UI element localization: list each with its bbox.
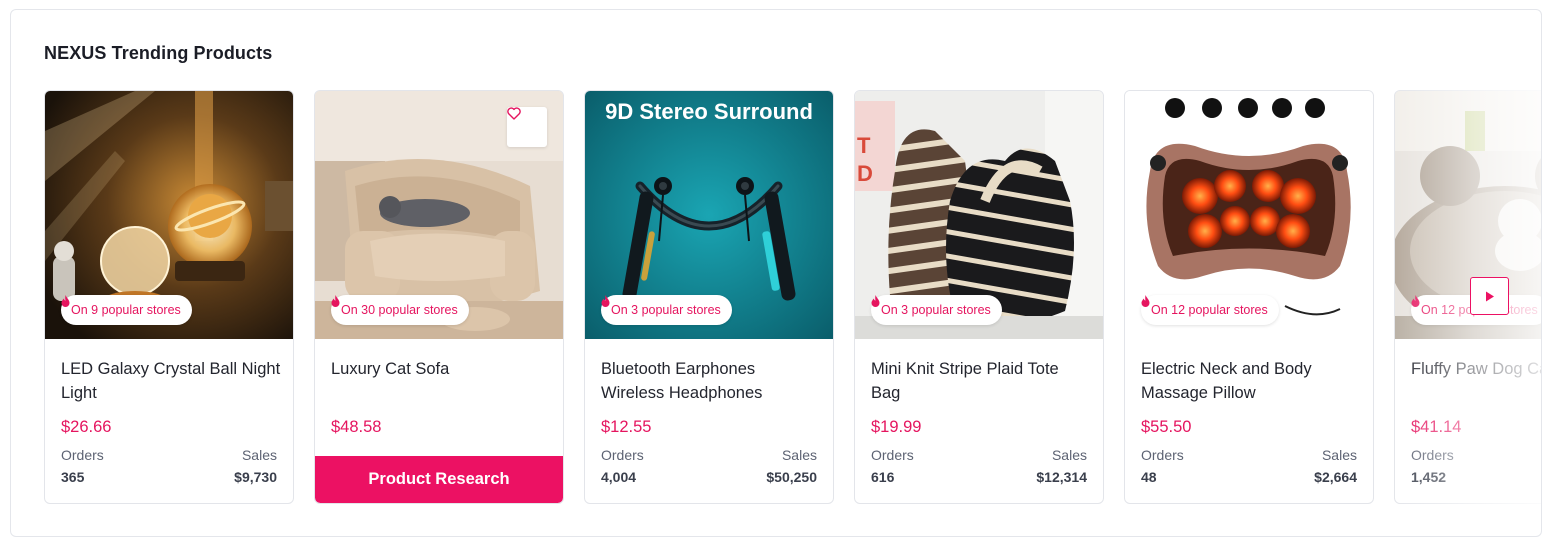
product-card[interactable]: On 12 popular stores Fluffy Paw Dog Cat … [1394,90,1541,504]
favorite-button[interactable] [507,107,547,147]
product-name[interactable]: Electric Neck and Body Massage Pillow [1141,357,1361,405]
product-card[interactable]: On 12 popular stores Electric Neck and B… [1124,90,1374,504]
popular-stores-badge: On 3 popular stores [601,295,732,325]
popular-stores-text: On 30 popular stores [341,303,458,317]
sales-value: $12,314 [1036,469,1087,485]
popular-stores-badge: On 30 popular stores [331,295,469,325]
product-image: 9D Stereo Surround On 3 popular stores [585,91,833,339]
sales-label: Sales [1051,447,1087,463]
heart-icon [507,107,521,120]
fire-icon [331,295,340,307]
product-name[interactable]: LED Galaxy Crystal Ball Night Light [61,357,281,405]
sales-label: Sales [1321,447,1357,463]
orders-value: 616 [871,469,895,485]
play-arrow-icon [1485,291,1494,301]
popular-stores-text: On 12 popular stores [1151,303,1268,317]
orders-value: 365 [61,469,85,485]
product-price: $26.66 [61,418,112,436]
sales-value: $9,730 [234,469,277,485]
trending-products-panel: NEXUS Trending Products On 9 popular sto… [10,9,1542,537]
product-price: $48.58 [331,418,382,436]
product-image: On 30 popular stores [315,91,563,339]
carousel-next-button[interactable] [1470,277,1509,315]
popular-stores-text: On 3 popular stores [611,303,721,317]
fire-icon [61,295,70,307]
sales-value: $50,250 [766,469,817,485]
svg-text:T: T [857,133,871,158]
product-price: $12.55 [601,418,652,436]
product-card[interactable]: 9D Stereo Surround On 3 popular stores B… [584,90,834,504]
fire-icon [1411,295,1420,307]
fire-icon [871,295,880,307]
product-carousel: On 9 popular stores LED Galaxy Crystal B… [44,90,1541,504]
popular-stores-badge: On 3 popular stores [871,295,1002,325]
product-name[interactable]: Luxury Cat Sofa [331,357,551,381]
popular-stores-text: On 9 popular stores [71,303,181,317]
orders-label: Orders [1141,447,1184,463]
fire-icon [1141,295,1150,307]
popular-stores-badge: On 12 popular stores [1141,295,1279,325]
product-price: $55.50 [1141,418,1192,436]
product-image: On 9 popular stores [45,91,293,339]
product-image: On 12 popular stores [1395,91,1541,339]
orders-value: 48 [1141,469,1157,485]
orders-value: 4,004 [601,469,637,485]
popular-stores-badge: On 9 popular stores [61,295,192,325]
product-card[interactable]: On 9 popular stores LED Galaxy Crystal B… [44,90,294,504]
orders-label: Orders [871,447,914,463]
product-name[interactable]: Fluffy Paw Dog Cat Bed [1411,357,1541,381]
section-title: NEXUS Trending Products [44,43,273,63]
product-card[interactable]: On 30 popular stores Luxury Cat Sofa $48… [314,90,564,504]
product-name[interactable]: Mini Knit Stripe Plaid Tote Bag [871,357,1091,405]
sales-label: Sales [241,447,277,463]
orders-label: Orders [1411,447,1454,463]
sales-value: $2,664 [1314,469,1357,485]
product-price: $19.99 [871,418,922,436]
fire-icon [601,295,610,307]
sales-label: Sales [781,447,817,463]
product-price: $41.14 [1411,418,1462,436]
orders-value: 1,452 [1411,469,1447,485]
popular-stores-text: On 3 popular stores [881,303,991,317]
product-image: T D On 3 popular stores [855,91,1103,339]
product-card[interactable]: T D On 3 popular stores Mini Knit Stripe… [854,90,1104,504]
product-image: On 12 popular stores [1125,91,1373,339]
svg-text:D: D [857,161,873,186]
orders-label: Orders [61,447,104,463]
product-name[interactable]: Bluetooth Earphones Wireless Headphones [601,357,821,405]
orders-label: Orders [601,447,644,463]
product-research-button[interactable]: Product Research [315,456,563,503]
product-image-caption: 9D Stereo Surround [605,99,813,124]
